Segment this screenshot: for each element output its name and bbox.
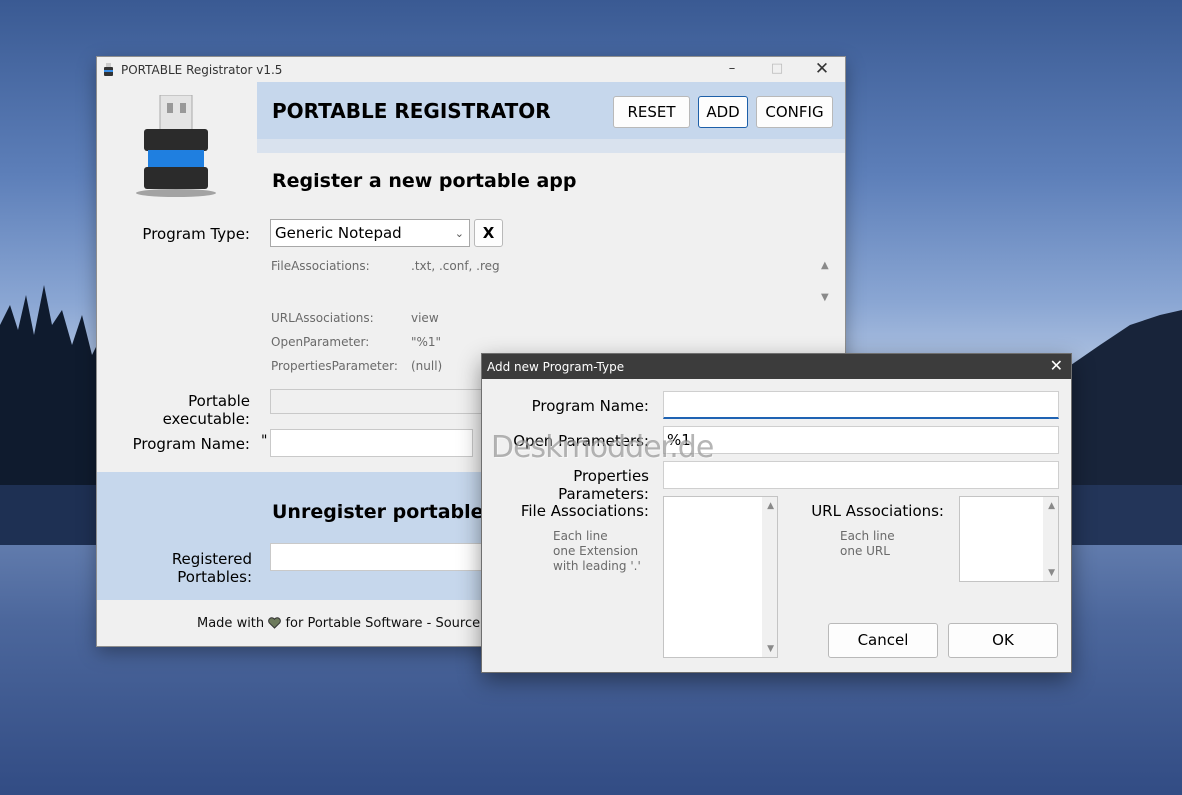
footer-credit: Made with for Portable Software - Source… xyxy=(197,616,499,631)
close-icon[interactable]: ✕ xyxy=(1050,356,1063,375)
portable-executable-field[interactable] xyxy=(270,389,485,414)
footer-made-with: Made with xyxy=(197,616,265,631)
add-button[interactable]: ADD xyxy=(698,96,748,128)
scrollbar[interactable]: ▲ ▼ xyxy=(1043,497,1058,581)
ok-button[interactable]: OK xyxy=(948,623,1058,658)
info-value: view xyxy=(411,311,439,325)
hint-line: Each line xyxy=(553,529,608,543)
info-label: PropertiesParameter: xyxy=(271,359,398,373)
program-type-select[interactable]: Generic Notepad ⌄ xyxy=(270,219,470,247)
registered-portables-select[interactable] xyxy=(270,543,485,571)
scroll-up-icon[interactable]: ▲ xyxy=(1048,501,1055,511)
usb-logo xyxy=(136,95,216,197)
info-value: (null) xyxy=(411,359,443,373)
hint-line: Each line xyxy=(840,529,895,543)
dialog-program-name-input[interactable] xyxy=(663,391,1059,419)
file-associations-hint: Each line one Extension with leading '.' xyxy=(553,529,641,574)
main-titlebar[interactable]: PORTABLE Registrator v1.5 – □ ✕ xyxy=(97,57,845,82)
dialog-title: Add new Program-Type xyxy=(487,360,625,374)
app-usb-icon xyxy=(104,63,113,76)
close-icon: ✕ xyxy=(814,59,830,79)
url-associations-hint: Each line one URL xyxy=(840,529,895,559)
url-associations-textarea[interactable]: ▲ ▼ xyxy=(959,496,1059,582)
dialog-url-associations-label: URL Associations: xyxy=(811,502,944,520)
hint-line: with leading '.' xyxy=(553,559,641,573)
unregister-section-title: Unregister portable A xyxy=(272,501,505,523)
portable-executable-label: Portable executable: xyxy=(162,392,250,428)
footer-source-link[interactable]: for Portable Software - Source co xyxy=(285,616,499,631)
dialog-open-parameters-input[interactable]: %1 xyxy=(663,426,1059,454)
dialog-properties-parameters-input[interactable] xyxy=(663,461,1059,489)
registered-portables-label: Registered Portables: xyxy=(171,550,252,586)
info-label: URLAssociations: xyxy=(271,311,374,325)
dialog-open-parameters-label: Open Parameters: xyxy=(513,432,649,450)
maximize-button[interactable]: □ xyxy=(754,57,800,82)
scroll-up-icon[interactable]: ▲ xyxy=(767,501,774,511)
program-name-quote: " xyxy=(261,433,268,449)
chevron-down-icon: ⌄ xyxy=(454,227,464,240)
window-title: PORTABLE Registrator v1.5 xyxy=(121,63,283,77)
program-type-value: Generic Notepad xyxy=(275,224,402,242)
app-header-title: PORTABLE REGISTRATOR xyxy=(272,99,551,123)
hint-line: one Extension xyxy=(553,544,639,558)
reset-button[interactable]: RESET xyxy=(613,96,690,128)
dialog-file-associations-label: File Associations: xyxy=(520,502,649,520)
program-name-label: Program Name: xyxy=(132,435,250,453)
scroll-up-icon[interactable]: ▲ xyxy=(821,260,829,271)
dialog-program-name-label: Program Name: xyxy=(531,397,649,415)
config-button[interactable]: CONFIG xyxy=(756,96,833,128)
program-type-label: Program Type: xyxy=(142,225,250,243)
dialog-properties-parameters-label: Properties Parameters: xyxy=(558,467,649,503)
dialog-titlebar[interactable]: Add new Program-Type ✕ xyxy=(482,354,1071,379)
info-label: OpenParameter: xyxy=(271,335,370,349)
minimize-icon: – xyxy=(728,61,736,76)
info-label: FileAssociations: xyxy=(271,259,370,273)
scrollbar[interactable]: ▲ ▼ xyxy=(762,497,777,657)
add-program-type-dialog: Add new Program-Type ✕ Program Name: Ope… xyxy=(482,354,1071,672)
scroll-down-icon[interactable]: ▼ xyxy=(821,292,829,303)
scroll-down-icon[interactable]: ▼ xyxy=(767,644,774,654)
program-name-input[interactable] xyxy=(270,429,473,457)
file-associations-textarea[interactable]: ▲ ▼ xyxy=(663,496,778,658)
header-divider xyxy=(257,139,845,153)
register-section-title: Register a new portable app xyxy=(272,170,577,192)
heart-icon xyxy=(268,617,282,629)
info-value: .txt, .conf, .reg xyxy=(411,259,500,273)
maximize-icon: □ xyxy=(770,61,784,76)
scroll-down-icon[interactable]: ▼ xyxy=(1048,568,1055,578)
info-value: "%1" xyxy=(411,335,442,349)
hint-line: one URL xyxy=(840,544,890,558)
clear-program-type-button[interactable]: X xyxy=(474,219,503,247)
cancel-button[interactable]: Cancel xyxy=(828,623,938,658)
minimize-button[interactable]: – xyxy=(709,57,755,82)
close-button[interactable]: ✕ xyxy=(799,57,845,82)
